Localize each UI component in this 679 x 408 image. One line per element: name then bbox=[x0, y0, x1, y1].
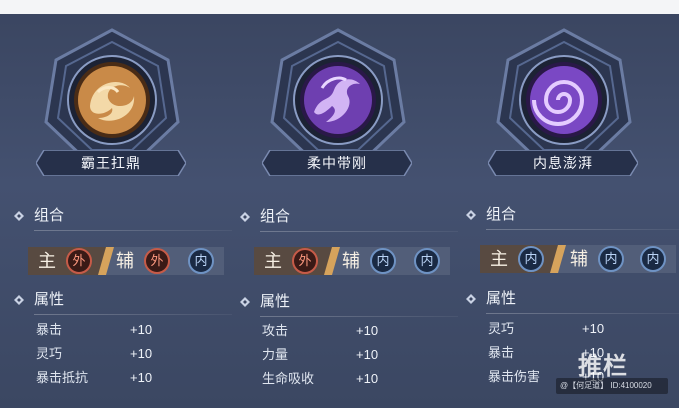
nei-badge-icon: 内 bbox=[598, 246, 624, 272]
attr-value: +10 bbox=[356, 347, 379, 362]
nei-badge-icon: 内 bbox=[188, 248, 214, 274]
attr-label: 攻击 bbox=[262, 323, 289, 338]
formation-name: 霸王扛鼎 bbox=[81, 155, 141, 171]
section-label: 组合 bbox=[34, 207, 65, 224]
nei-badge-icon: 内 bbox=[640, 246, 666, 272]
aux-label: 辅 bbox=[570, 249, 588, 269]
aux-label: 辅 bbox=[116, 251, 134, 271]
section-label: 属性 bbox=[34, 291, 65, 308]
emblem-frame bbox=[494, 26, 634, 166]
aux-label: 辅 bbox=[342, 251, 360, 271]
divider bbox=[486, 313, 679, 314]
wai-badge-icon: 外 bbox=[144, 248, 170, 274]
attr-label: 生命吸收 bbox=[262, 371, 315, 386]
attr-value: +10 bbox=[130, 346, 153, 361]
attr-value: +10 bbox=[582, 321, 605, 336]
formation-card-2[interactable]: 柔中带刚 组合 主 外 辅 内 内 属性 攻击 +10 力量 +10 生命吸收 … bbox=[226, 0, 458, 408]
attr-section-header: 属性 bbox=[466, 289, 679, 314]
formation-card-3[interactable]: 内息澎湃 组合 主 内 辅 内 内 属性 灵巧 +10 暴击 +10 暴击伤害 … bbox=[452, 0, 679, 408]
main-label: 主 bbox=[264, 251, 282, 271]
attr-value: +10 bbox=[130, 322, 153, 337]
name-plate: 霸王扛鼎 bbox=[36, 150, 186, 176]
section-label: 组合 bbox=[486, 206, 517, 223]
nei-badge-icon: 内 bbox=[370, 248, 396, 274]
combo-row: 主 外 辅 外 内 bbox=[28, 242, 224, 280]
combo-section-header: 组合 bbox=[240, 207, 458, 232]
divider bbox=[260, 231, 458, 232]
attr-label: 暴击 bbox=[36, 322, 63, 337]
wai-badge-icon: 外 bbox=[66, 248, 92, 274]
watermark-text: @【何足道】 ID:4100020 bbox=[560, 381, 652, 390]
combo-row: 主 内 辅 内 内 bbox=[480, 240, 676, 278]
attr-label: 灵巧 bbox=[36, 346, 63, 361]
diamond-icon bbox=[466, 210, 476, 220]
attr-value: +10 bbox=[130, 370, 153, 385]
attr-section-header: 属性 bbox=[240, 292, 458, 317]
attr-value: +10 bbox=[356, 323, 379, 338]
watermark-badge: @【何足道】 ID:4100020 bbox=[556, 378, 668, 394]
emblem-frame bbox=[268, 26, 408, 166]
emblem-frame bbox=[42, 26, 182, 166]
main-label: 主 bbox=[490, 249, 508, 269]
nei-badge-icon: 内 bbox=[414, 248, 440, 274]
watermark-logo: 推栏 bbox=[578, 353, 628, 380]
combo-row: 主 外 辅 内 内 bbox=[254, 242, 450, 280]
diamond-icon bbox=[466, 294, 476, 304]
name-plate: 柔中带刚 bbox=[262, 150, 412, 176]
divider bbox=[486, 229, 679, 230]
diamond-icon bbox=[14, 295, 24, 305]
attr-label: 暴击伤害 bbox=[488, 369, 541, 384]
attr-label: 力量 bbox=[262, 347, 289, 362]
diamond-icon bbox=[240, 297, 250, 307]
divider bbox=[34, 230, 232, 231]
divider bbox=[260, 316, 458, 317]
main-label: 主 bbox=[38, 251, 56, 271]
divider bbox=[34, 314, 232, 315]
attr-label: 暴击 bbox=[488, 345, 515, 360]
wai-badge-icon: 外 bbox=[292, 248, 318, 274]
combo-section-header: 组合 bbox=[466, 205, 679, 230]
section-label: 属性 bbox=[486, 290, 517, 307]
nei-badge-icon: 内 bbox=[518, 246, 544, 272]
formation-name: 内息澎湃 bbox=[533, 155, 593, 171]
section-label: 属性 bbox=[260, 293, 291, 310]
attr-value: +10 bbox=[356, 371, 379, 386]
name-plate: 内息澎湃 bbox=[488, 150, 638, 176]
section-label: 组合 bbox=[260, 208, 291, 225]
diamond-icon bbox=[240, 212, 250, 222]
combo-section-header: 组合 bbox=[14, 206, 232, 231]
diamond-icon bbox=[14, 211, 24, 221]
attr-section-header: 属性 bbox=[14, 290, 232, 315]
attr-label: 暴击抵抗 bbox=[36, 370, 89, 385]
attr-label: 灵巧 bbox=[488, 321, 515, 336]
formation-name: 柔中带刚 bbox=[307, 155, 367, 171]
formation-card-1[interactable]: 霸王扛鼎 组合 主 外 辅 外 内 属性 暴击 +10 灵巧 +10 暴击抵抗 … bbox=[0, 0, 232, 408]
